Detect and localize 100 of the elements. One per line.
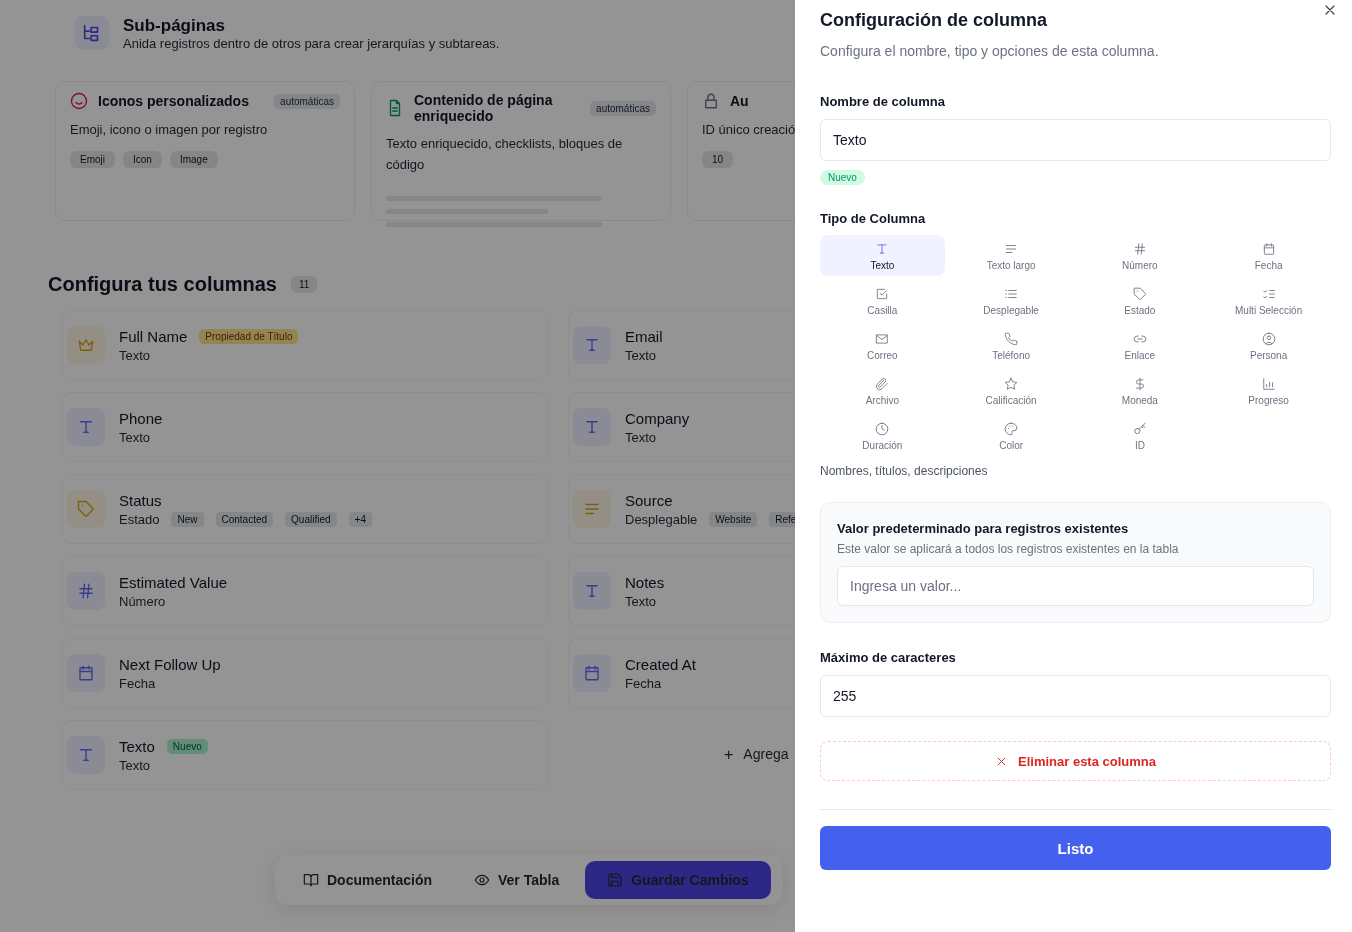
column-name-field[interactable]: Texto [820, 119, 1331, 161]
hash-icon [1132, 242, 1147, 256]
column-card[interactable]: Company Texto [568, 392, 795, 462]
hash-icon [77, 582, 95, 600]
column-type: Estado [119, 511, 160, 527]
type-hint: Nombres, títulos, descripciones [820, 464, 989, 478]
column-type: Texto [119, 757, 151, 773]
column-type-option[interactable]: Progreso [1206, 370, 1331, 411]
feature-badge: automáticas [274, 93, 340, 109]
column-type-option[interactable]: Texto largo [948, 235, 1074, 276]
column-type: Texto [625, 429, 657, 445]
column-type-option[interactable]: ID [1077, 415, 1203, 456]
mail-icon [875, 332, 890, 346]
card-description: Este valor se aplicará a todos los registros existentes en la tabla [837, 542, 1180, 556]
column-name: Company [625, 409, 690, 427]
count-badge: 11 [290, 276, 318, 293]
field-label: Máximo de caracteres [820, 650, 957, 665]
column-type: Desplegable [625, 511, 698, 527]
delete-column-button[interactable]: Eliminar esta columna [820, 741, 1331, 781]
column-type-option[interactable]: Correo [820, 325, 945, 366]
lock-icon [702, 92, 720, 110]
column-type: Fecha [625, 675, 662, 691]
chip: Emoji [70, 150, 115, 168]
crown-icon [77, 336, 95, 354]
column-name: Status [119, 491, 162, 509]
column-card[interactable]: Source Desplegable Website Refe [568, 474, 795, 544]
column-name: Source [625, 491, 673, 509]
add-column-button[interactable]: + Agrega [718, 745, 795, 765]
max-characters-field[interactable]: 255 [820, 675, 1331, 717]
feature-description: Texto enriquecido, checklists, bloques de código [386, 135, 624, 174]
column-type-option[interactable]: Teléfono [948, 325, 1074, 366]
column-type: Número [119, 593, 166, 609]
column-type-option[interactable]: Texto [820, 235, 945, 276]
feature-title: Contenido de página enriquecido [414, 92, 554, 124]
option-chip: Contacted [215, 511, 274, 527]
option-chip: New [171, 511, 204, 527]
calendar-icon [583, 664, 601, 682]
checkbox-icon [875, 287, 890, 301]
panel-subtitle: Configura el nombre, tipo y opciones de esta columna. [820, 43, 1160, 59]
column-type-option[interactable]: Multi Selección [1206, 280, 1331, 321]
new-badge: Nuevo [820, 170, 865, 185]
lines-icon [1004, 242, 1019, 256]
column-type: Fecha [119, 675, 156, 691]
floppy-icon [607, 872, 624, 888]
column-type-option[interactable]: Duración [820, 415, 945, 456]
column-name: Created At [625, 655, 696, 673]
column-card[interactable]: Notes Texto [568, 556, 795, 626]
phone-icon [1004, 332, 1019, 346]
option-chip: Website [709, 511, 758, 527]
column-name: Phone [119, 409, 163, 427]
default-value-field[interactable]: Ingresa un valor... [837, 566, 1314, 606]
column-type-option[interactable]: Estado [1077, 280, 1203, 321]
section-heading: Configura tus columnas [48, 273, 277, 296]
letter-t-icon [77, 418, 95, 436]
column-type: Texto [119, 429, 151, 445]
column-type-option[interactable]: Moneda [1077, 370, 1203, 411]
column-card[interactable]: Next Follow Up Fecha [62, 638, 548, 708]
field-label: Nombre de columna [820, 94, 946, 109]
column-type-option[interactable]: Desplegable [948, 280, 1074, 321]
column-type-option[interactable]: Color [948, 415, 1074, 456]
column-card[interactable]: Texto Nuevo Texto [62, 720, 548, 790]
documentation-button[interactable]: Documentación [287, 862, 448, 898]
column-card[interactable]: Created At Fecha [568, 638, 795, 708]
panel-title: Configuración de columna [820, 10, 1048, 31]
column-card[interactable]: Email Texto [568, 310, 795, 380]
view-table-button[interactable]: Ver Tabla [458, 862, 576, 898]
column-card[interactable]: Estimated Value Número [62, 556, 548, 626]
letter-t-icon [583, 418, 601, 436]
tag-icon [1132, 287, 1147, 301]
column-type-option[interactable]: Número [1077, 235, 1203, 276]
column-name: Next Follow Up [119, 655, 221, 673]
column-name: Notes [625, 573, 665, 591]
bar-chart-icon [1261, 377, 1276, 391]
smiley-icon [70, 92, 88, 110]
column-type-option[interactable]: Fecha [1206, 235, 1331, 276]
column-name: Email [625, 327, 663, 345]
column-type-option[interactable]: Persona [1206, 325, 1331, 366]
column-type-option[interactable]: Calificación [948, 370, 1074, 411]
option-chip: Refe [769, 511, 795, 527]
link-icon [1132, 332, 1147, 346]
done-button[interactable]: Listo [820, 826, 1331, 870]
calendar-icon [1261, 242, 1276, 256]
column-card[interactable]: Phone Texto [62, 392, 548, 462]
star-icon [1004, 377, 1019, 391]
palette-icon [1004, 422, 1019, 436]
column-badge: Propiedad de Título [199, 328, 299, 344]
hierarchy-icon [75, 16, 109, 50]
column-card[interactable]: Full Name Propiedad de Título Texto [62, 310, 548, 380]
feature-title: Au [730, 93, 750, 109]
option-chip: Qualified [285, 511, 337, 527]
chip: Image [169, 150, 218, 168]
paperclip-icon [875, 377, 890, 391]
column-type-option[interactable]: Archivo [820, 370, 945, 411]
column-badge: Nuevo [166, 738, 208, 754]
column-card[interactable]: Status Estado New Contacted Qualified +4 [62, 474, 548, 544]
column-type-option[interactable]: Casilla [820, 280, 945, 321]
tag-icon [77, 500, 95, 518]
column-type-option[interactable]: Enlace [1077, 325, 1203, 366]
feature-description: ID único creació [702, 121, 795, 139]
field-label: Tipo de Columna [820, 211, 927, 226]
